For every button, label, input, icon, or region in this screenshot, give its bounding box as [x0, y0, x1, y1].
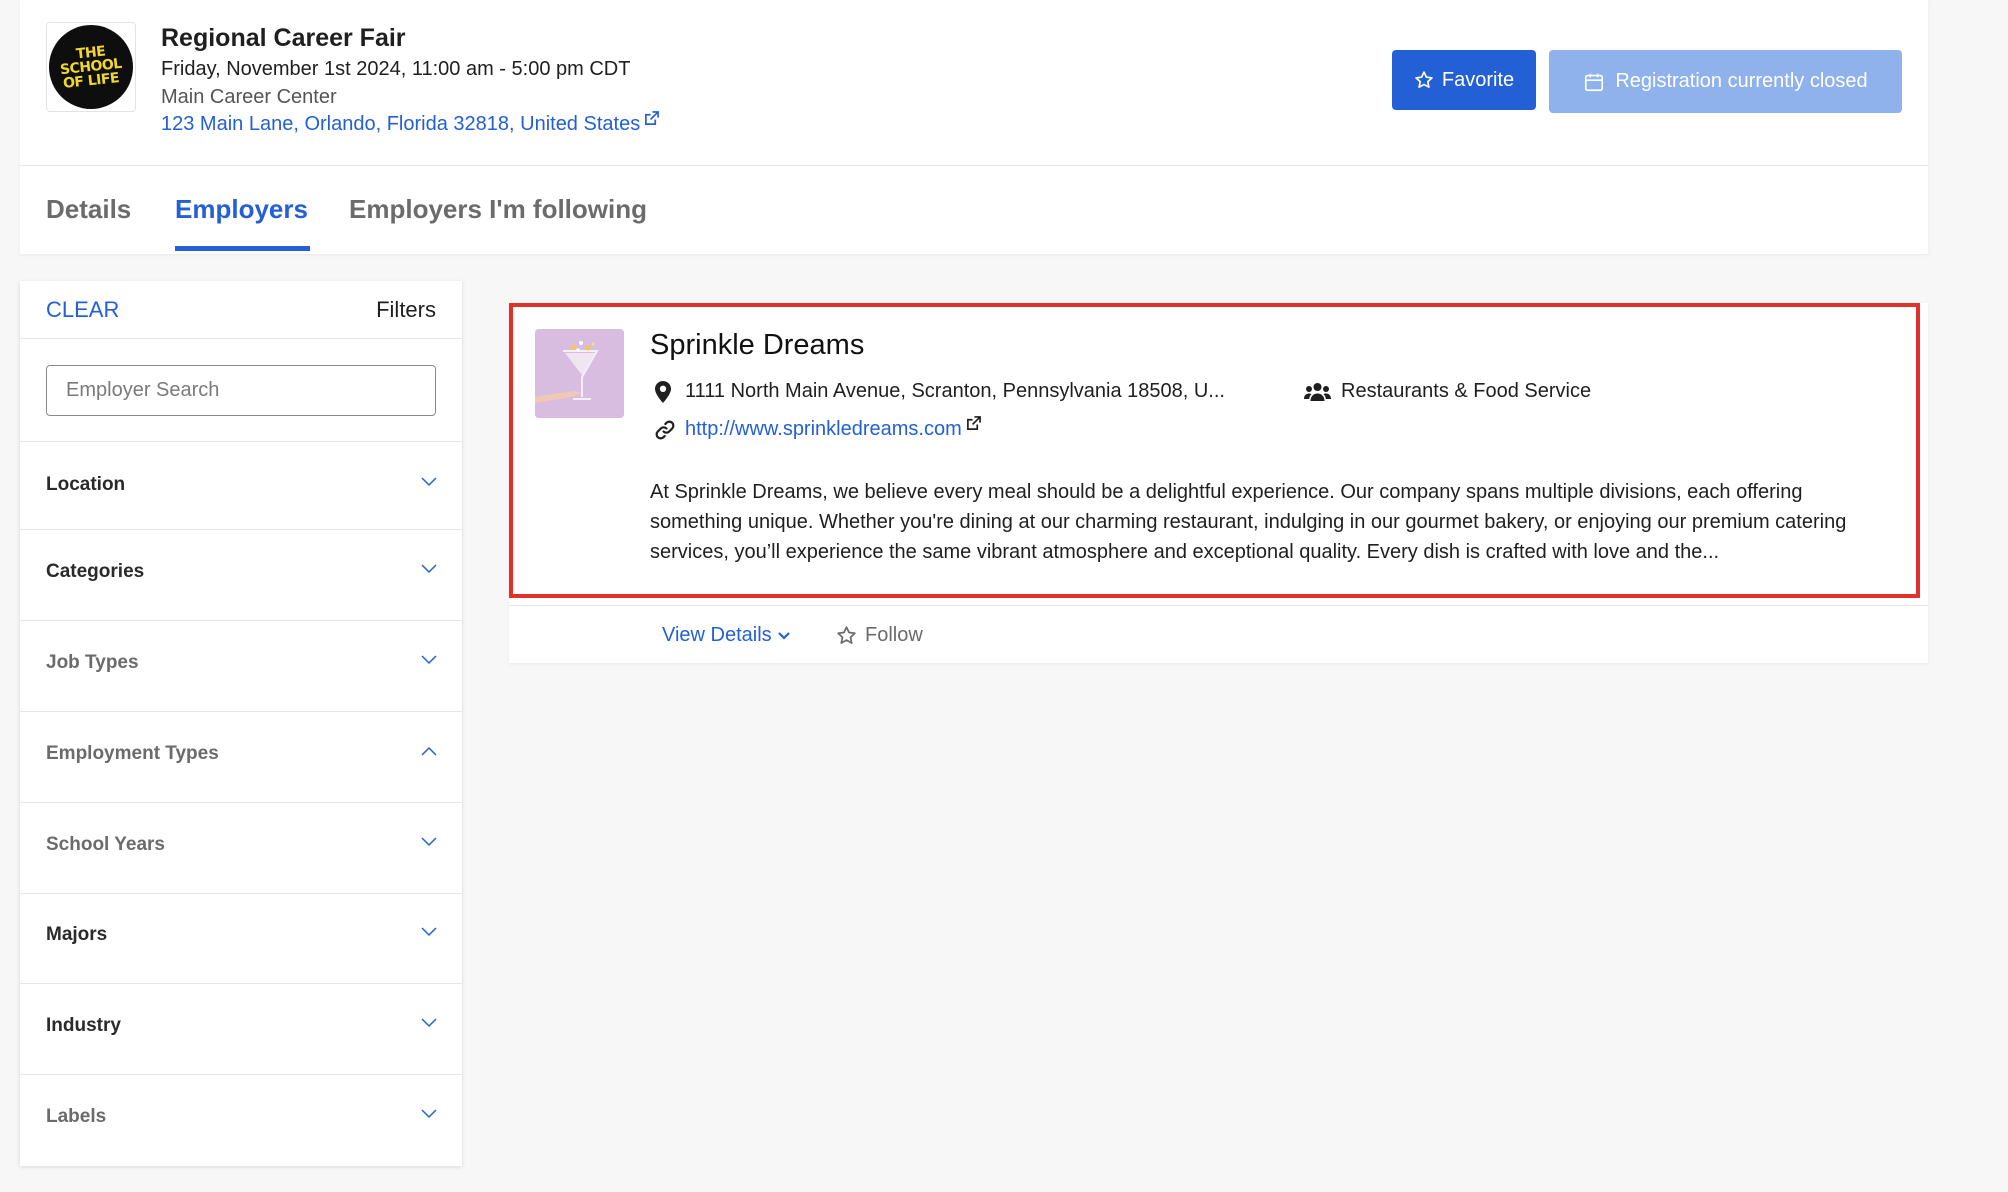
chevron-down-icon — [421, 1018, 437, 1028]
employer-logo — [535, 329, 624, 418]
event-title: Regional Career Fair — [161, 24, 406, 52]
employer-website-link[interactable]: http://www.sprinkledreams.com — [655, 416, 981, 441]
star-icon — [1415, 71, 1433, 88]
event-info: THE SCHOOL OF LIFE Regional Career Fair … — [20, 0, 1928, 166]
favorite-button[interactable]: Favorite — [1392, 50, 1536, 110]
employer-name[interactable]: Sprinkle Dreams — [650, 329, 864, 362]
clear-filters-button[interactable]: CLEAR — [46, 297, 119, 323]
cocktail-glass-icon — [535, 329, 624, 418]
chevron-down-icon — [421, 564, 437, 574]
filter-location[interactable]: Location — [20, 442, 462, 530]
registration-closed-button[interactable]: Registration currently closed — [1549, 50, 1902, 113]
filter-majors[interactable]: Majors — [20, 894, 462, 984]
chevron-up-icon — [421, 746, 437, 756]
follow-button[interactable]: Follow — [836, 624, 923, 647]
event-logo: THE SCHOOL OF LIFE — [46, 22, 136, 112]
star-outline-icon — [837, 626, 856, 644]
view-details-button[interactable]: View Details — [662, 624, 790, 647]
filter-job-types[interactable]: Job Types — [20, 621, 462, 712]
employer-summary: Sprinkle Dreams 1111 North Main Avenue, … — [509, 303, 1928, 606]
event-venue: Main Career Center — [161, 86, 337, 108]
chevron-down-icon — [421, 477, 437, 487]
external-link-icon — [966, 416, 981, 430]
filter-employment-types[interactable]: Employment Types — [20, 712, 462, 803]
filter-industry[interactable]: Industry — [20, 984, 462, 1075]
event-tabs: Details Employers Employers I'm followin… — [20, 166, 1928, 254]
active-tab-indicator — [175, 246, 310, 251]
chevron-down-icon — [777, 631, 790, 640]
employer-search-container — [20, 339, 462, 442]
tab-employers-following[interactable]: Employers I'm following — [349, 194, 647, 225]
link-icon — [655, 420, 675, 439]
chevron-down-icon — [421, 1109, 437, 1119]
chevron-down-icon — [421, 927, 437, 937]
users-icon — [1304, 382, 1331, 401]
school-of-life-logo: THE SCHOOL OF LIFE — [49, 25, 133, 109]
employer-actions: View Details Follow — [509, 606, 1928, 663]
employer-description: At Sprinkle Dreams, we believe every mea… — [650, 481, 1847, 563]
employer-card: Sprinkle Dreams 1111 North Main Avenue, … — [509, 303, 1928, 663]
event-header: THE SCHOOL OF LIFE Regional Career Fair … — [20, 0, 1928, 254]
chevron-down-icon — [421, 655, 437, 665]
filter-labels[interactable]: Labels — [20, 1075, 462, 1166]
employer-industry: Restaurants & Food Service — [1304, 380, 1591, 403]
filter-school-years[interactable]: School Years — [20, 803, 462, 894]
filters-header: CLEAR Filters — [20, 281, 462, 339]
filters-title: Filters — [376, 297, 436, 322]
employer-search-input[interactable] — [46, 365, 436, 416]
employer-location: 1111 North Main Avenue, Scranton, Pennsy… — [655, 380, 1225, 403]
event-address-link[interactable]: 123 Main Lane, Orlando, Florida 32818, U… — [161, 111, 660, 136]
tab-employers[interactable]: Employers — [175, 194, 308, 225]
chevron-down-icon — [421, 837, 437, 847]
external-link-icon — [645, 111, 660, 125]
event-date-time: Friday, November 1st 2024, 11:00 am - 5:… — [161, 58, 631, 80]
map-pin-icon — [655, 380, 671, 403]
tab-details[interactable]: Details — [46, 194, 131, 225]
calendar-icon — [1585, 73, 1604, 91]
filters-sidebar: CLEAR Filters Location Categories Job Ty… — [20, 281, 462, 1166]
filter-categories[interactable]: Categories — [20, 530, 462, 621]
